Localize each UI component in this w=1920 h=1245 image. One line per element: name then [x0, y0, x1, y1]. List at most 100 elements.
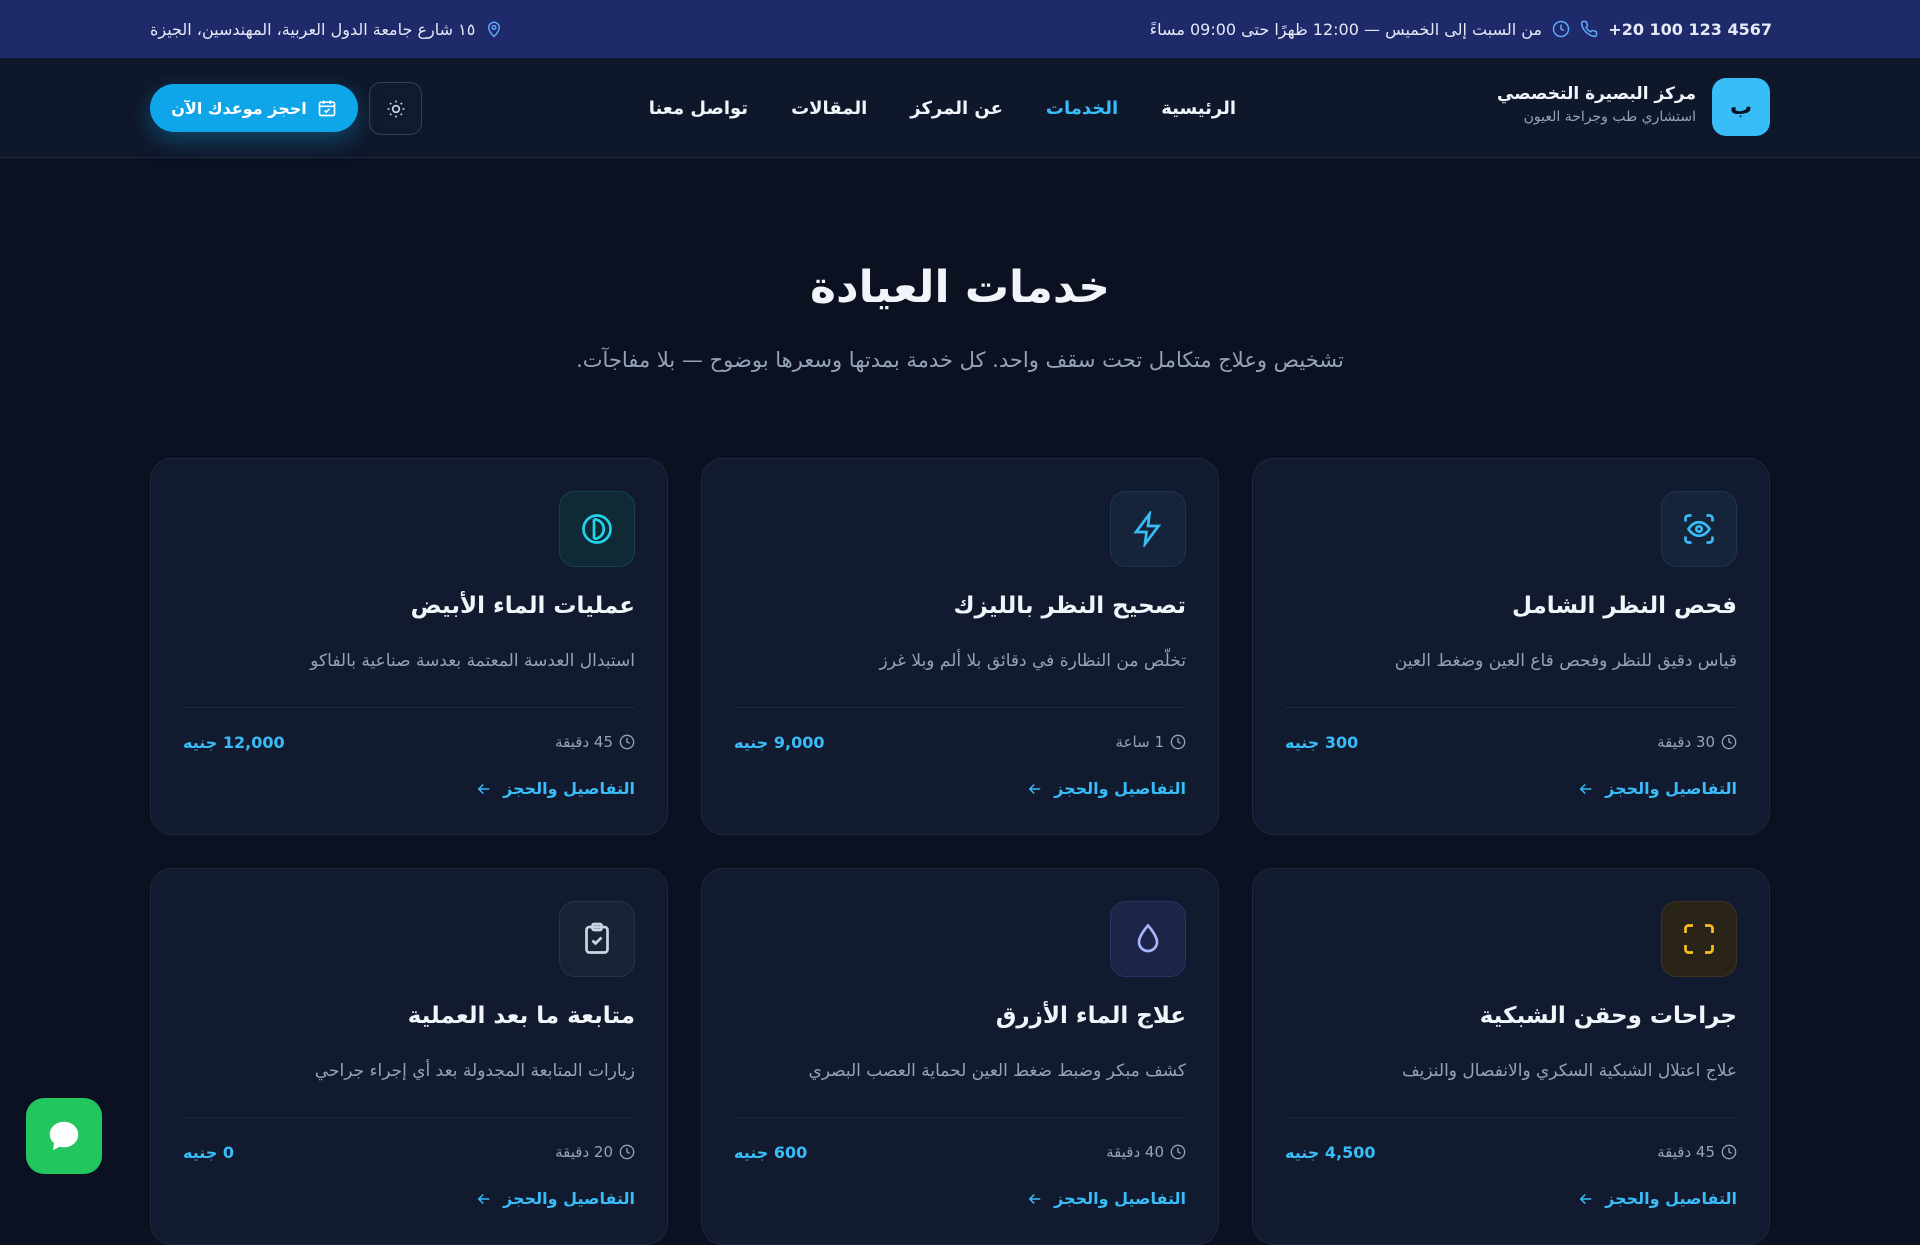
service-title: فحص النظر الشامل — [1512, 593, 1737, 619]
service-icon-box — [1661, 901, 1737, 977]
service-duration: 20 دقيقة — [555, 1143, 635, 1161]
card-divider — [183, 707, 635, 708]
chat-bubble-icon — [45, 1117, 83, 1155]
calendar-icon — [317, 98, 337, 118]
service-title: علاج الماء الأزرق — [995, 1003, 1186, 1029]
service-description: علاج اعتلال الشبكية السكري والانفصال وال… — [1402, 1061, 1737, 1081]
brand-name: مركز البصيرة التخصصي — [1497, 84, 1696, 104]
arrow-left-icon — [1026, 1190, 1044, 1208]
service-card[interactable]: عمليات الماء الأبيض استبدال العدسة المعت… — [150, 458, 668, 835]
brand-block[interactable]: مركز البصيرة التخصصي استشاري طب وجراحة ا… — [1497, 84, 1696, 125]
service-card[interactable]: فحص النظر الشامل قياس دقيق للنظر وفحص قا… — [1252, 458, 1770, 835]
nav-menu: الرئيسية الخدمات عن المركز المقالات تواص… — [649, 58, 1236, 158]
service-title: تصحيح النظر بالليزك — [953, 593, 1186, 619]
page-subtitle: تشخيص وعلاج متكامل تحت سقف واحد. كل خدمة… — [576, 348, 1344, 372]
service-title: جراحات وحقن الشبكية — [1479, 1003, 1737, 1029]
arrow-left-icon — [1026, 780, 1044, 798]
whatsapp-chat-button[interactable] — [26, 1098, 102, 1174]
logo-letter: ب — [1729, 94, 1753, 120]
duration-text: 1 ساعة — [1115, 733, 1164, 751]
service-card[interactable]: جراحات وحقن الشبكية علاج اعتلال الشبكية … — [1252, 868, 1770, 1245]
service-duration: 45 دقيقة — [1657, 1143, 1737, 1161]
clock-icon — [1721, 1144, 1737, 1160]
location-pin-icon — [485, 20, 503, 38]
clock-icon — [619, 734, 635, 750]
service-icon-box — [559, 901, 635, 977]
address-text: ١٥ شارع جامعة الدول العربية، المهندسين، … — [150, 19, 476, 39]
card-divider — [734, 707, 1186, 708]
duration-text: 40 دقيقة — [1106, 1143, 1164, 1161]
nav-item-services[interactable]: الخدمات — [1046, 98, 1118, 119]
service-description: استبدال العدسة المعتمة بعدسة صناعية بالف… — [310, 651, 635, 671]
service-price: 0 جنيه — [183, 1143, 235, 1162]
lens-icon — [579, 511, 615, 547]
service-description: تخلّص من النظارة في دقائق بلا ألم وبلا غ… — [879, 651, 1186, 671]
service-duration: 40 دقيقة — [1106, 1143, 1186, 1161]
service-price: 300 جنيه — [1285, 733, 1359, 752]
card-divider — [1285, 1117, 1737, 1118]
details-link-label: التفاصيل والحجز — [503, 779, 635, 798]
details-booking-link[interactable]: التفاصيل والحجز — [1026, 779, 1186, 798]
nav-item-articles[interactable]: المقالات — [791, 98, 867, 119]
arrow-left-icon — [475, 1190, 493, 1208]
nav-item-home[interactable]: الرئيسية — [1161, 98, 1236, 119]
nav-item-contact[interactable]: تواصل معنا — [649, 98, 748, 119]
services-grid: فحص النظر الشامل قياس دقيق للنظر وفحص قا… — [150, 458, 1770, 1245]
logo[interactable]: ب — [1712, 78, 1770, 136]
details-booking-link[interactable]: التفاصيل والحجز — [1577, 779, 1737, 798]
details-link-label: التفاصيل والحجز — [1054, 1189, 1186, 1208]
service-description: كشف مبكر وضبط ضغط العين لحماية العصب الب… — [808, 1061, 1186, 1081]
details-booking-link[interactable]: التفاصيل والحجز — [475, 1189, 635, 1208]
service-card[interactable]: متابعة ما بعد العملية زيارات المتابعة ال… — [150, 868, 668, 1245]
main-navbar: ب مركز البصيرة التخصصي استشاري طب وجراحة… — [0, 58, 1920, 158]
hours-text: من السبت إلى الخميس — 12:00 ظهرًا حتى 09… — [1149, 19, 1542, 39]
phone-number: +20 100 123 4567 — [1608, 19, 1772, 39]
duration-text: 30 دقيقة — [1657, 733, 1715, 751]
book-appointment-button[interactable]: احجز موعدك الآن — [150, 84, 358, 132]
top-info-bar: +20 100 123 4567 من السبت إلى الخميس — 1… — [0, 0, 1920, 58]
service-description: قياس دقيق للنظر وفحص قاع العين وضغط العي… — [1394, 651, 1737, 671]
service-duration: 1 ساعة — [1116, 733, 1186, 751]
lightning-icon — [1130, 511, 1166, 547]
details-booking-link[interactable]: التفاصيل والحجز — [1577, 1189, 1737, 1208]
brand-tagline: استشاري طب وجراحة العيون — [1523, 109, 1696, 125]
service-card[interactable]: علاج الماء الأزرق كشف مبكر وضبط ضغط العي… — [701, 868, 1219, 1245]
clipboard-check-icon — [579, 921, 615, 957]
service-description: زيارات المتابعة المجدولة بعد أي إجراء جر… — [314, 1061, 635, 1081]
service-icon-box — [1110, 901, 1186, 977]
service-duration: 45 دقيقة — [555, 733, 635, 751]
clock-icon — [1170, 1144, 1186, 1160]
card-divider — [1285, 707, 1737, 708]
service-price: 4,500 جنيه — [1285, 1143, 1376, 1162]
theme-toggle-button[interactable] — [369, 82, 422, 135]
arrow-left-icon — [1577, 1190, 1595, 1208]
card-divider — [183, 1117, 635, 1118]
page-title: خدمات العيادة — [810, 262, 1110, 313]
arrow-left-icon — [1577, 780, 1595, 798]
service-duration: 30 دقيقة — [1657, 733, 1737, 751]
details-booking-link[interactable]: التفاصيل والحجز — [1026, 1189, 1186, 1208]
card-divider — [734, 1117, 1186, 1118]
clock-icon — [1552, 20, 1570, 38]
working-hours: من السبت إلى الخميس — 12:00 ظهرًا حتى 09… — [1150, 0, 1570, 58]
service-icon-box — [559, 491, 635, 567]
details-link-label: التفاصيل والحجز — [1605, 779, 1737, 798]
sun-icon — [386, 99, 406, 119]
address-info: ١٥ شارع جامعة الدول العربية، المهندسين، … — [150, 0, 503, 58]
details-booking-link[interactable]: التفاصيل والحجز — [475, 779, 635, 798]
duration-text: 45 دقيقة — [1657, 1143, 1715, 1161]
details-link-label: التفاصيل والحجز — [1054, 779, 1186, 798]
service-price: 9,000 جنيه — [734, 733, 825, 752]
details-link-label: التفاصيل والحجز — [503, 1189, 635, 1208]
service-icon-box — [1110, 491, 1186, 567]
duration-text: 45 دقيقة — [555, 733, 613, 751]
eye-scan-icon — [1681, 511, 1717, 547]
phone-icon — [1580, 20, 1598, 38]
service-card[interactable]: تصحيح النظر بالليزك تخلّص من النظارة في … — [701, 458, 1219, 835]
phone-info[interactable]: +20 100 123 4567 — [1580, 0, 1772, 58]
service-price: 600 جنيه — [734, 1143, 808, 1162]
book-appointment-label: احجز موعدك الآن — [171, 98, 307, 118]
clock-icon — [1721, 734, 1737, 750]
duration-text: 20 دقيقة — [555, 1143, 613, 1161]
nav-item-about[interactable]: عن المركز — [910, 98, 1003, 119]
